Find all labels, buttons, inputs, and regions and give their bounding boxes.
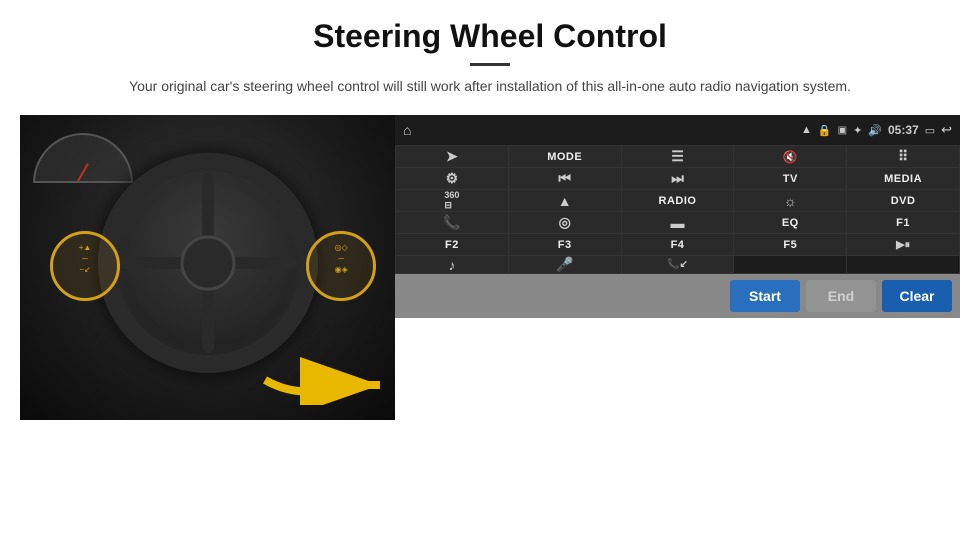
mic-icon: 🎤 [556, 256, 573, 273]
left-control-circle: +▲─−↙ [50, 231, 120, 301]
f4-label: F4 [671, 239, 685, 251]
steering-wheel-image: +▲─−↙ ◎◇─◉◈ [20, 115, 395, 420]
call-icon: 📞↙ [667, 259, 688, 270]
home-icon[interactable]: ⌂ [403, 122, 411, 138]
media-label: MEDIA [884, 173, 922, 185]
apps-icon: ⠿ [898, 148, 908, 165]
grid-cell-mic[interactable]: 🎤 [509, 256, 621, 273]
arrow-svg [260, 350, 390, 405]
start-button[interactable]: Start [730, 280, 800, 312]
header-section: Steering Wheel Control Your original car… [0, 0, 980, 105]
eq-label: EQ [782, 217, 799, 229]
grid-cell-mute[interactable]: 🔇 [734, 146, 846, 167]
grid-cell-tv[interactable]: TV [734, 168, 846, 189]
mute-icon: 🔇 [783, 150, 798, 164]
grid-cell-empty2 [847, 256, 959, 273]
list-icon: ☰ [671, 148, 684, 165]
status-left: ⌂ [403, 122, 411, 138]
content-area: +▲─−↙ ◎◇─◉◈ [0, 105, 980, 544]
next-icon: ⏭ [671, 170, 684, 187]
sd-icon: ▣ [838, 125, 847, 136]
android-grid: ➤ MODE ☰ 🔇 ⠿ ⚙ ⏮ [395, 145, 960, 274]
grid-cell-radio[interactable]: RADIO [622, 190, 734, 211]
android-status-bar: ⌂ ▲ 🔒 ▣ ✦ 🔊 05:37 ▭ ↩ [395, 115, 960, 145]
page-container: Steering Wheel Control Your original car… [0, 0, 980, 544]
grid-cell-eq[interactable]: EQ [734, 212, 846, 233]
360-icon: 360⊟ [444, 190, 459, 211]
right-control-circle: ◎◇─◉◈ [306, 231, 376, 301]
grid-cell-settings[interactable]: ⚙ [396, 168, 508, 189]
grid-cell-f4[interactable]: F4 [622, 234, 734, 255]
eject-icon: ▲ [558, 193, 572, 209]
page-subtitle: Your original car's steering wheel contr… [90, 76, 890, 97]
grid-cell-nav[interactable]: ➤ [396, 146, 508, 167]
grid-cell-f1[interactable]: F1 [847, 212, 959, 233]
dvd-label: DVD [891, 195, 916, 207]
f2-label: F2 [445, 239, 459, 251]
phone-icon: 📞 [443, 214, 460, 231]
bottom-bar: Start End Clear [395, 274, 960, 318]
music-icon: ♪ [448, 257, 455, 273]
compass-icon: ◎ [559, 214, 571, 231]
back-icon[interactable]: ↩ [941, 122, 952, 138]
grid-cell-next[interactable]: ⏭ [622, 168, 734, 189]
play-pause-icon: ▶⏸ [896, 238, 910, 252]
grid-cell-f2[interactable]: F2 [396, 234, 508, 255]
f1-label: F1 [896, 217, 910, 229]
page-title: Steering Wheel Control [60, 18, 920, 55]
end-button[interactable]: End [806, 280, 876, 312]
grid-cell-f3[interactable]: F3 [509, 234, 621, 255]
grid-cell-media[interactable]: MEDIA [847, 168, 959, 189]
f3-label: F3 [558, 239, 572, 251]
status-right: ▲ 🔒 ▣ ✦ 🔊 05:37 ▭ ↩ [801, 122, 952, 138]
title-divider [470, 63, 510, 66]
wifi-icon: ▲ [801, 124, 812, 136]
grid-cell-phone[interactable]: 📞 [396, 212, 508, 233]
grid-cell-dvd[interactable]: DVD [847, 190, 959, 211]
grid-cell-playpause[interactable]: ▶⏸ [847, 234, 959, 255]
radio-label: RADIO [659, 195, 697, 207]
nav-icon: ➤ [446, 148, 458, 165]
grid-cell-mode[interactable]: MODE [509, 146, 621, 167]
f5-label: F5 [783, 239, 797, 251]
grid-cell-empty1 [734, 256, 846, 273]
mode-label: MODE [547, 151, 582, 163]
grid-cell-music[interactable]: ♪ [396, 256, 508, 273]
settings-icon: ⚙ [446, 170, 459, 187]
grid-cell-brightness[interactable]: ☼ [734, 190, 846, 211]
screen-icon: ▭ [925, 124, 935, 137]
grid-cell-f5[interactable]: F5 [734, 234, 846, 255]
grid-cell-screen[interactable]: ▬ [622, 212, 734, 233]
screen-rect-icon: ▬ [670, 215, 684, 231]
brightness-icon: ☼ [784, 193, 797, 209]
grid-cell-list[interactable]: ☰ [622, 146, 734, 167]
grid-cell-compass[interactable]: ◎ [509, 212, 621, 233]
android-panel: ⌂ ▲ 🔒 ▣ ✦ 🔊 05:37 ▭ ↩ ➤ [395, 115, 960, 318]
grid-cell-360[interactable]: 360⊟ [396, 190, 508, 211]
status-time: 05:37 [888, 123, 919, 137]
grid-cell-call[interactable]: 📞↙ [622, 256, 734, 273]
grid-cell-eject[interactable]: ▲ [509, 190, 621, 211]
tv-label: TV [783, 173, 798, 185]
bt-icon: ✦ [853, 124, 862, 137]
grid-cell-apps[interactable]: ⠿ [847, 146, 959, 167]
clear-button[interactable]: Clear [882, 280, 952, 312]
prev-icon: ⏮ [558, 170, 571, 187]
vol-icon: 🔊 [868, 124, 882, 137]
lock-icon: 🔒 [818, 124, 832, 137]
grid-cell-prev[interactable]: ⏮ [509, 168, 621, 189]
